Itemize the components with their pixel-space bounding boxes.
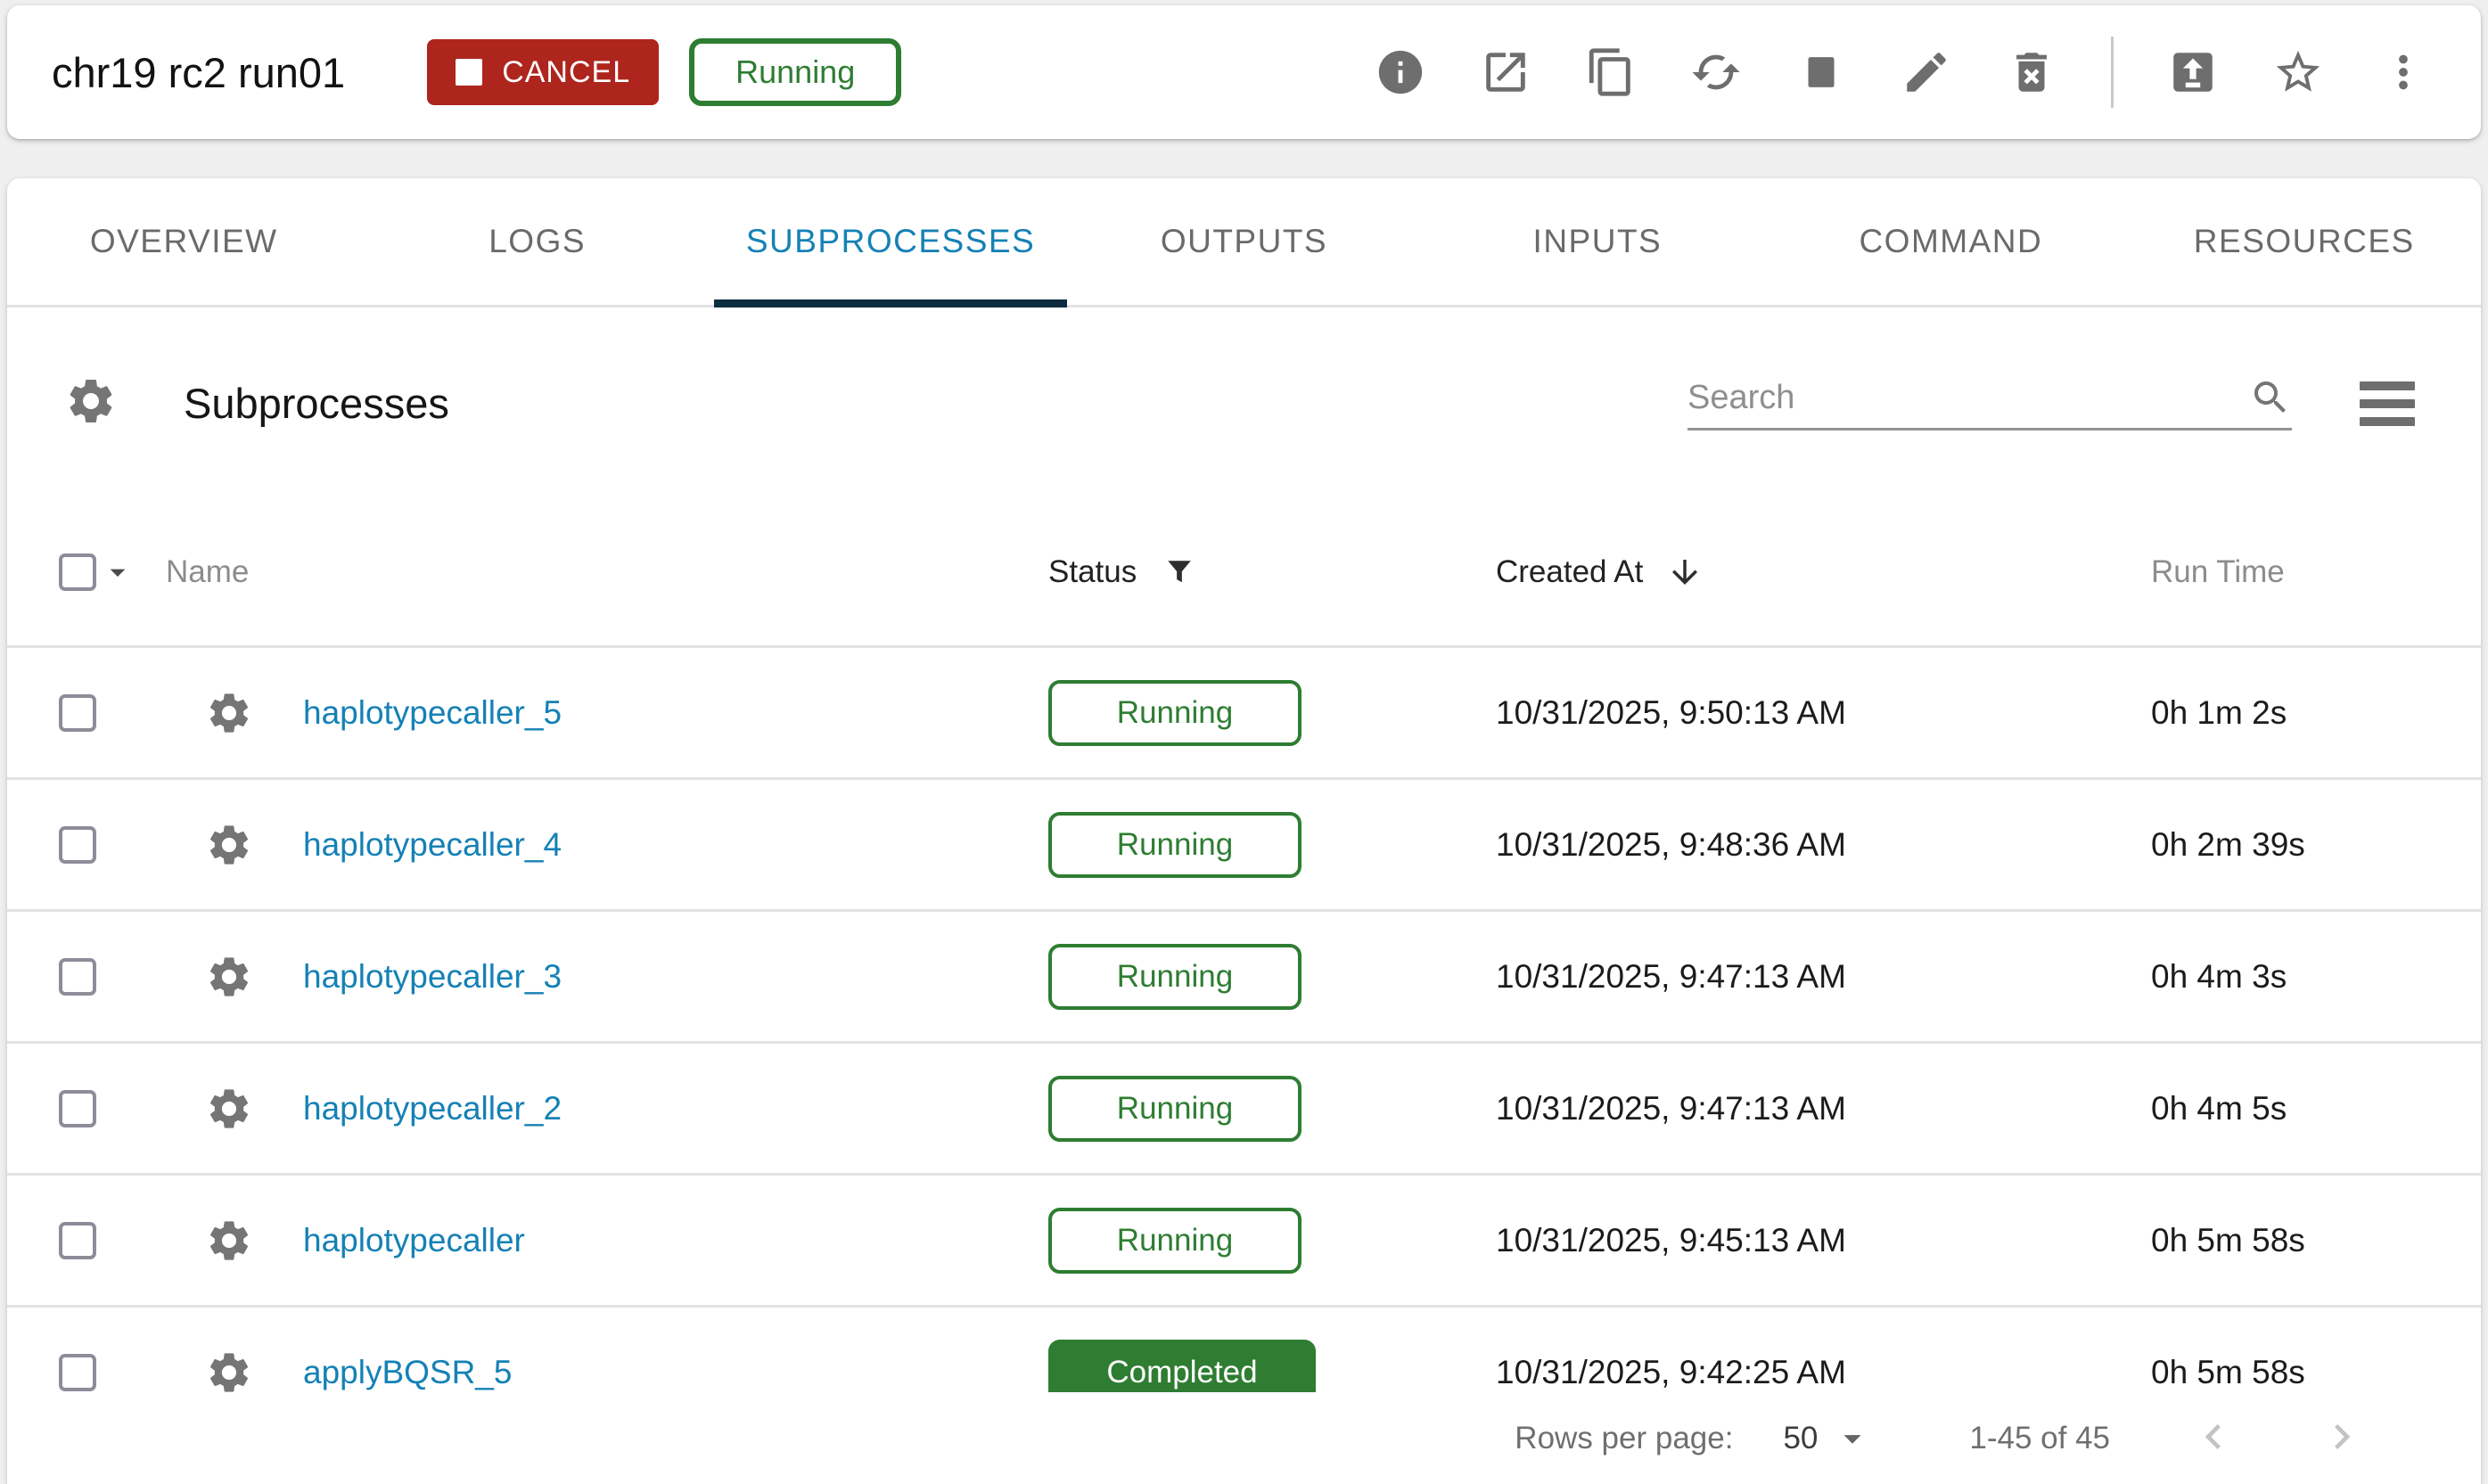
row-created-at: 10/31/2025, 9:48:36 AM [1496, 826, 1846, 864]
process-name-link[interactable]: haplotypecaller_3 [303, 958, 562, 996]
process-name-link[interactable]: haplotypecaller [303, 1222, 525, 1259]
table-row[interactable]: haplotypecaller_4 Running 10/31/2025, 9:… [7, 780, 2481, 912]
tab-resources[interactable]: RESOURCES [2128, 178, 2481, 305]
toolbar-divider [2111, 37, 2114, 108]
table-row[interactable]: haplotypecaller_5 Running 10/31/2025, 9:… [7, 648, 2481, 780]
table-header-row: Name Status Created At Run Time [7, 499, 2481, 648]
table-row[interactable]: haplotypecaller_2 Running 10/31/2025, 9:… [7, 1044, 2481, 1176]
row-checkbox[interactable] [59, 694, 96, 732]
column-header-created-at[interactable]: Created At [1496, 554, 1643, 590]
search-box [1687, 376, 2292, 430]
search-icon[interactable] [2249, 376, 2292, 419]
cancel-button[interactable]: CANCEL [427, 39, 659, 105]
process-name-link[interactable]: haplotypecaller_4 [303, 826, 562, 864]
column-header-run-time[interactable]: Run Time [2151, 554, 2285, 590]
process-gear-icon [205, 689, 253, 737]
subprocesses-toolbar: Subprocesses [7, 307, 2481, 499]
row-run-time: 0h 4m 3s [2151, 958, 2287, 996]
tab-subprocesses[interactable]: SUBPROCESSES [714, 178, 1067, 305]
more-vert-icon[interactable] [2377, 46, 2429, 98]
process-header-bar: chr19 rc2 run01 CANCEL Running [7, 5, 2481, 139]
edit-icon[interactable] [1901, 46, 1952, 98]
previous-page-button[interactable] [2188, 1412, 2238, 1464]
delete-icon[interactable] [2006, 46, 2057, 98]
process-gear-icon [205, 1217, 253, 1265]
tab-overview[interactable]: OVERVIEW [7, 178, 360, 305]
open-in-new-icon[interactable] [1480, 46, 1531, 98]
tab-command[interactable]: COMMAND [1774, 178, 2127, 305]
process-gear-icon [205, 1349, 253, 1393]
process-gear-icon [205, 1085, 253, 1133]
sort-desc-icon[interactable] [1666, 553, 1704, 591]
section-title: Subprocesses [184, 379, 449, 428]
gear-icon [64, 374, 118, 432]
table-row[interactable]: haplotypecaller_3 Running 10/31/2025, 9:… [7, 912, 2481, 1044]
status-badge: Running [689, 38, 901, 106]
row-run-time: 0h 2m 39s [2151, 826, 2305, 864]
pagination-range-label: 1-45 of 45 [1969, 1421, 2110, 1456]
select-all-checkbox[interactable] [59, 553, 96, 591]
process-gear-icon [205, 953, 253, 1001]
row-status-badge: Completed [1048, 1340, 1316, 1393]
upload-icon[interactable] [2167, 46, 2219, 98]
rows-per-page-select[interactable]: 50 [1783, 1418, 1873, 1459]
row-checkbox[interactable] [59, 1090, 96, 1127]
row-created-at: 10/31/2025, 9:47:13 AM [1496, 1090, 1846, 1127]
stop-process-icon[interactable] [1795, 46, 1847, 98]
process-name-link[interactable]: applyBQSR_5 [303, 1354, 512, 1391]
column-header-status[interactable]: Status [1048, 554, 1137, 590]
row-status-badge: Running [1048, 1208, 1301, 1274]
row-status-badge: Running [1048, 680, 1301, 746]
hamburger-menu-icon[interactable] [2360, 381, 2415, 426]
search-input[interactable] [1687, 379, 2249, 417]
process-name-link[interactable]: haplotypecaller_2 [303, 1090, 562, 1127]
subprocesses-panel: OVERVIEW LOGS SUBPROCESSES OUTPUTS INPUT… [7, 178, 2481, 1484]
tab-bar: OVERVIEW LOGS SUBPROCESSES OUTPUTS INPUT… [7, 178, 2481, 307]
tab-inputs[interactable]: INPUTS [1421, 178, 1774, 305]
refresh-icon[interactable] [1690, 46, 1742, 98]
row-run-time: 0h 5m 58s [2151, 1222, 2305, 1259]
row-checkbox[interactable] [59, 958, 96, 996]
table-row[interactable]: haplotypecaller Running 10/31/2025, 9:45… [7, 1176, 2481, 1308]
star-icon[interactable] [2272, 46, 2324, 98]
row-status-badge: Running [1048, 1076, 1301, 1142]
copy-icon[interactable] [1585, 46, 1637, 98]
chevron-right-icon [2317, 1412, 2367, 1462]
row-status-badge: Running [1048, 812, 1301, 878]
row-run-time: 0h 4m 5s [2151, 1090, 2287, 1127]
select-all-caret-icon[interactable] [100, 554, 135, 590]
row-checkbox[interactable] [59, 1222, 96, 1259]
info-icon[interactable] [1375, 46, 1426, 98]
rows-per-page-value: 50 [1783, 1421, 1818, 1456]
rows-per-page-label: Rows per page: [1515, 1421, 1733, 1456]
next-page-button[interactable] [2317, 1412, 2367, 1464]
row-run-time: 0h 5m 58s [2151, 1354, 2305, 1391]
column-header-name[interactable]: Name [166, 554, 249, 590]
row-checkbox[interactable] [59, 826, 96, 864]
table-row[interactable]: applyBQSR_5 Completed 10/31/2025, 9:42:2… [7, 1308, 2481, 1392]
status-badge-label: Running [735, 53, 855, 91]
row-run-time: 0h 1m 2s [2151, 694, 2287, 732]
row-created-at: 10/31/2025, 9:47:13 AM [1496, 958, 1846, 996]
pagination-bar: Rows per page: 50 1-45 of 45 [7, 1392, 2481, 1484]
process-gear-icon [205, 821, 253, 869]
row-created-at: 10/31/2025, 9:50:13 AM [1496, 694, 1846, 732]
process-title: chr19 rc2 run01 [52, 48, 345, 97]
cancel-button-label: CANCEL [502, 55, 630, 90]
tab-outputs[interactable]: OUTPUTS [1067, 178, 1420, 305]
filter-icon[interactable] [1163, 556, 1195, 588]
row-created-at: 10/31/2025, 9:45:13 AM [1496, 1222, 1846, 1259]
row-created-at: 10/31/2025, 9:42:25 AM [1496, 1354, 1846, 1391]
header-action-toolbar [1375, 37, 2429, 108]
rows-per-page-caret-icon [1832, 1418, 1873, 1459]
row-checkbox[interactable] [59, 1354, 96, 1391]
stop-icon [456, 59, 482, 86]
tab-logs[interactable]: LOGS [360, 178, 713, 305]
process-name-link[interactable]: haplotypecaller_5 [303, 694, 562, 732]
chevron-left-icon [2188, 1412, 2238, 1462]
table-body: haplotypecaller_5 Running 10/31/2025, 9:… [7, 648, 2481, 1392]
row-status-badge: Running [1048, 944, 1301, 1010]
